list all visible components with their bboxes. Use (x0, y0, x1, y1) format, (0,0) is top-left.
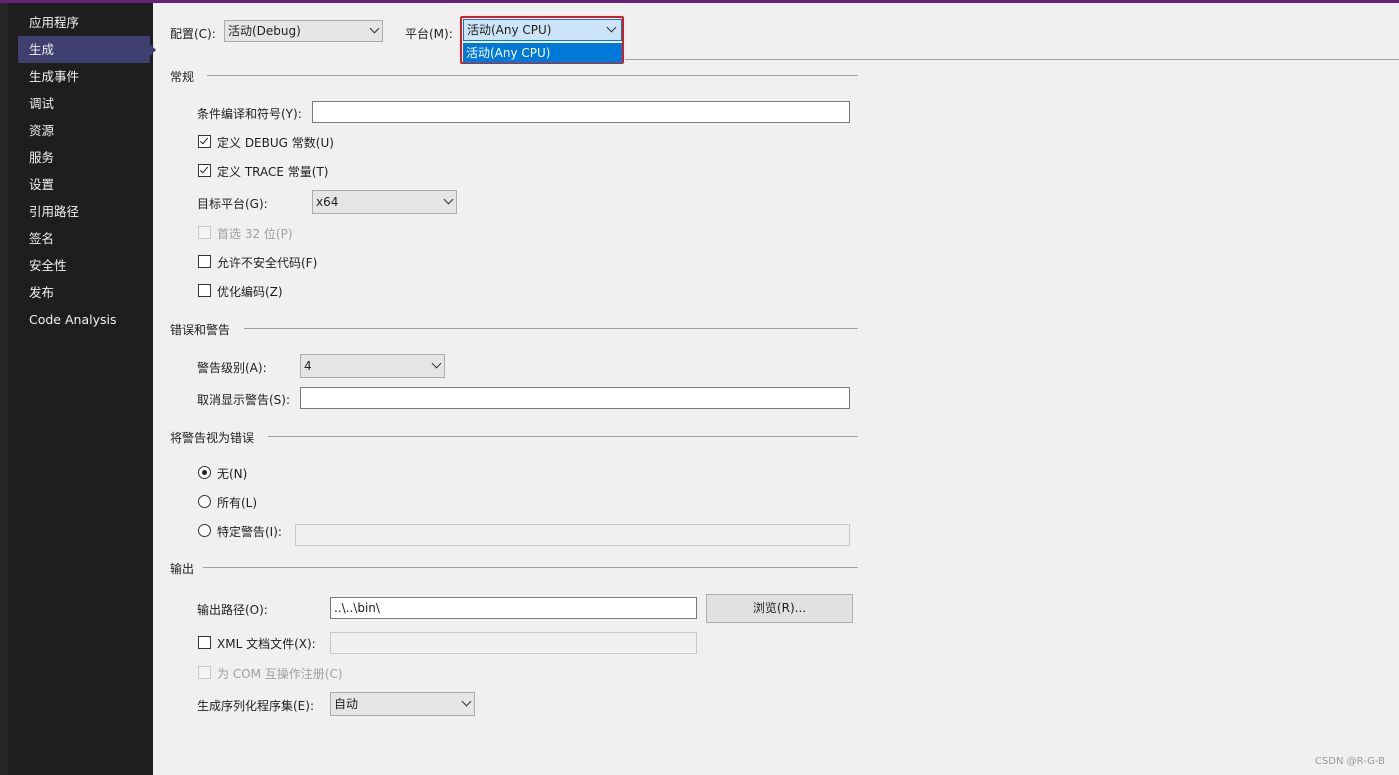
config-select-value: 活动(Debug) (228, 24, 301, 38)
define-debug-checkbox[interactable] (198, 135, 211, 148)
prefer-32bit-label: 首选 32 位(P) (217, 227, 293, 241)
sidebar-item-debug[interactable]: 调试 (18, 90, 150, 117)
register-com-label: 为 COM 互操作注册(C) (217, 667, 343, 681)
define-trace-checkbox[interactable] (198, 164, 211, 177)
config-select[interactable]: 活动(Debug) (224, 20, 383, 42)
register-com-checkbox (198, 666, 211, 679)
watermark: CSDN @R-G-B (1314, 756, 1385, 767)
suppress-warnings-input[interactable] (300, 387, 850, 409)
warning-level-value: 4 (304, 359, 312, 373)
output-path-label: 输出路径(O): (197, 603, 268, 617)
sidebar-item-security[interactable]: 安全性 (18, 252, 150, 279)
window-accent-bar (0, 0, 1399, 3)
xml-doc-checkbox[interactable] (198, 636, 211, 649)
sidebar: 应用程序 生成 生成事件 调试 资源 服务 设置 引用路径 签名 安全性 发布 … (0, 3, 156, 775)
sidebar-item-publish[interactable]: 发布 (18, 279, 150, 306)
warning-level-select[interactable]: 4 (300, 354, 445, 378)
chevron-down-icon (431, 358, 442, 369)
serialization-label: 生成序列化程序集(E): (197, 699, 314, 713)
conditional-symbols-label: 条件编译和符号(Y): (197, 107, 302, 121)
treat-warnings-specific-radio[interactable] (198, 524, 211, 537)
sidebar-item-services[interactable]: 服务 (18, 144, 150, 171)
sidebar-item-code-analysis[interactable]: Code Analysis (18, 306, 150, 333)
section-general-title: 常规 (170, 70, 195, 84)
allow-unsafe-label: 允许不安全代码(F) (217, 256, 318, 270)
treat-warnings-specific-label: 特定警告(I): (217, 525, 282, 539)
xml-doc-input (330, 632, 697, 654)
section-treat-warnings-title: 将警告视为错误 (170, 431, 255, 445)
xml-doc-label: XML 文档文件(X): (217, 637, 316, 651)
section-divider (207, 75, 858, 76)
sidebar-item-application[interactable]: 应用程序 (18, 9, 150, 36)
checkmark-icon (199, 135, 209, 145)
browse-button[interactable]: 浏览(R)... (706, 594, 853, 623)
serialization-value: 自动 (334, 697, 359, 711)
platform-select-value: 活动(Any CPU) (467, 23, 552, 37)
define-trace-label: 定义 TRACE 常量(T) (217, 165, 329, 179)
treat-warnings-none-label: 无(N) (217, 467, 248, 481)
optimize-code-label: 优化编码(Z) (217, 285, 283, 299)
target-platform-value: x64 (316, 195, 339, 209)
allow-unsafe-checkbox[interactable] (198, 255, 211, 268)
sidebar-item-resources[interactable]: 资源 (18, 117, 150, 144)
chevron-down-icon (369, 23, 380, 34)
platform-option-any-cpu[interactable]: 活动(Any CPU) (463, 43, 622, 63)
serialization-select[interactable]: 自动 (330, 692, 475, 716)
conditional-symbols-input[interactable] (312, 101, 850, 123)
sidebar-item-reference-paths[interactable]: 引用路径 (18, 198, 150, 225)
header-divider (625, 59, 1399, 60)
treat-warnings-none-radio[interactable] (198, 466, 211, 479)
warning-level-label: 警告级别(A): (197, 361, 267, 375)
section-errors-title: 错误和警告 (170, 323, 231, 337)
output-path-input[interactable]: ..\..\bin\ (330, 597, 697, 619)
suppress-warnings-label: 取消显示警告(S): (197, 393, 291, 407)
platform-select[interactable]: 活动(Any CPU) (463, 19, 622, 41)
target-platform-label: 目标平台(G): (197, 197, 268, 211)
sidebar-item-build[interactable]: 生成 (18, 36, 156, 63)
sidebar-item-signing[interactable]: 签名 (18, 225, 150, 252)
target-platform-select[interactable]: x64 (312, 190, 457, 214)
optimize-code-checkbox[interactable] (198, 284, 211, 297)
platform-label: 平台(M): (405, 27, 453, 41)
section-divider (244, 328, 858, 329)
prefer-32bit-checkbox (198, 226, 211, 239)
checkmark-icon (199, 164, 209, 174)
config-label: 配置(C): (170, 27, 216, 41)
sidebar-item-build-events[interactable]: 生成事件 (18, 63, 150, 90)
section-divider (203, 567, 858, 568)
radio-selected-dot (202, 470, 207, 475)
section-output-title: 输出 (170, 562, 195, 576)
sidebar-item-settings[interactable]: 设置 (18, 171, 150, 198)
treat-warnings-all-label: 所有(L) (217, 496, 258, 510)
sidebar-edge (0, 3, 8, 775)
treat-warnings-all-radio[interactable] (198, 495, 211, 508)
chevron-down-icon (461, 696, 472, 707)
chevron-down-icon (606, 22, 617, 33)
chevron-down-icon (443, 194, 454, 205)
specific-warnings-input (295, 524, 850, 546)
define-debug-label: 定义 DEBUG 常数(U) (217, 136, 334, 150)
section-divider (268, 436, 858, 437)
